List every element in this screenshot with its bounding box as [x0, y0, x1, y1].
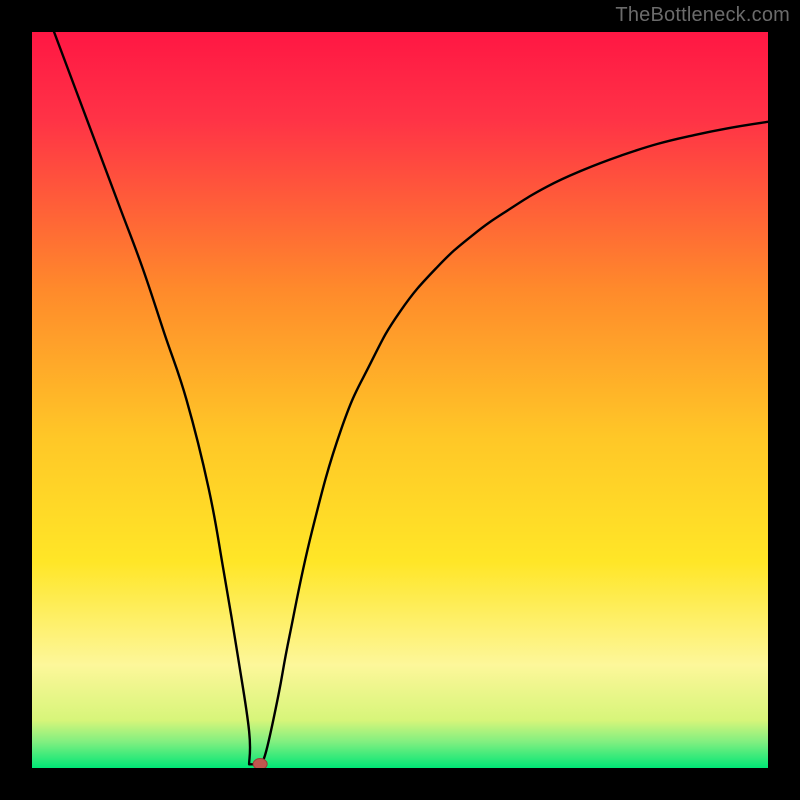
chart-svg: [32, 32, 768, 768]
minimum-marker: [253, 759, 267, 769]
plot-area: [32, 32, 768, 768]
gradient-background: [32, 32, 768, 768]
attribution-text: TheBottleneck.com: [615, 4, 790, 27]
chart-frame: TheBottleneck.com: [0, 0, 800, 800]
